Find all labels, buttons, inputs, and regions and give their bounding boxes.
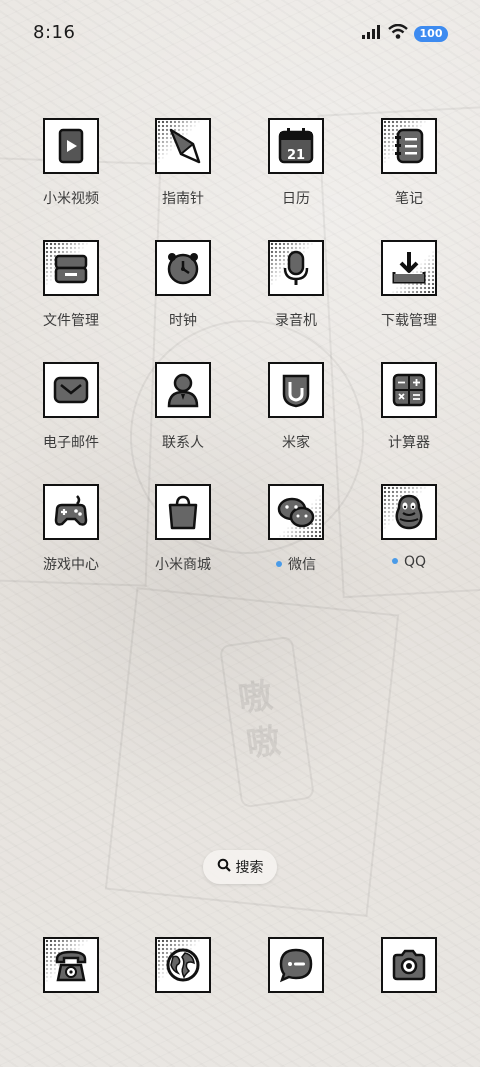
wifi-icon: [388, 23, 408, 43]
notes-icon: [381, 118, 437, 174]
app-label: 米家: [282, 435, 310, 451]
dock-browser[interactable]: [127, 937, 239, 993]
compass-icon: [155, 118, 211, 174]
camera-icon: [381, 937, 437, 993]
status-time: 8:16: [33, 22, 76, 43]
app-label: 小米商城: [155, 557, 211, 573]
app-calculator[interactable]: 计算器: [353, 362, 465, 452]
app-downloads[interactable]: 下载管理: [353, 240, 465, 330]
app-label: 时钟: [169, 313, 197, 329]
app-mi-video[interactable]: 小米视频: [15, 118, 127, 208]
messages-icon: [268, 937, 324, 993]
app-label: 小米视频: [43, 191, 99, 207]
status-bar: 8:16 100: [0, 0, 480, 68]
app-compass[interactable]: 指南针: [127, 118, 239, 208]
app-label-text: QQ: [403, 554, 427, 570]
app-label: 日历: [282, 191, 310, 207]
app-mi-store[interactable]: 小米商城: [127, 484, 239, 574]
status-icons: 100: [362, 23, 448, 43]
video-icon: [43, 118, 99, 174]
app-label: 笔记: [395, 191, 423, 207]
file-manager-icon: [43, 240, 99, 296]
app-qq[interactable]: QQ: [353, 484, 465, 570]
app-label: 文件管理: [43, 313, 99, 329]
gamepad-icon: [43, 484, 99, 540]
app-file-manager[interactable]: 文件管理: [15, 240, 127, 330]
app-label: 计算器: [388, 435, 430, 451]
wallpaper-lettering: 嗷: [243, 720, 284, 766]
email-icon: [43, 362, 99, 418]
shopping-bag-icon: [155, 484, 211, 540]
app-label: QQ: [353, 554, 465, 570]
app-game-center[interactable]: 游戏中心: [15, 484, 127, 574]
calendar-date: 21: [286, 148, 306, 163]
app-label: 联系人: [162, 435, 204, 451]
app-clock[interactable]: 时钟: [127, 240, 239, 330]
search-icon: [217, 858, 231, 876]
app-label: 录音机: [275, 313, 317, 329]
new-dot: [391, 558, 398, 564]
browser-globe-icon: [155, 937, 211, 993]
phone-icon: [43, 937, 99, 993]
signal-icon: [362, 24, 382, 43]
app-label: 游戏中心: [43, 557, 99, 573]
calculator-icon: [381, 362, 437, 418]
app-mijia[interactable]: 米家: [240, 362, 352, 452]
dock-phone[interactable]: [15, 937, 127, 993]
qq-penguin-icon: [381, 484, 437, 540]
app-label: 指南针: [162, 191, 204, 207]
battery-icon: 100: [414, 25, 448, 42]
dock-messages[interactable]: [240, 937, 352, 993]
calendar-icon: 21: [268, 118, 324, 174]
clock-icon: [155, 240, 211, 296]
app-label: 电子邮件: [43, 435, 99, 451]
wechat-icon: [268, 484, 324, 540]
app-contacts[interactable]: 联系人: [127, 362, 239, 452]
dock-camera[interactable]: [353, 937, 465, 993]
app-label-text: 微信: [288, 557, 316, 573]
download-icon: [381, 240, 437, 296]
app-email[interactable]: 电子邮件: [15, 362, 127, 452]
search-button[interactable]: 搜索: [203, 850, 277, 884]
search-label: 搜索: [235, 860, 264, 876]
contacts-icon: [155, 362, 211, 418]
app-label: 微信: [240, 554, 352, 574]
app-calendar[interactable]: 21 日历: [240, 118, 352, 208]
app-notes[interactable]: 笔记: [353, 118, 465, 208]
new-dot: [276, 561, 282, 567]
mijia-icon: [268, 362, 324, 418]
app-recorder[interactable]: 录音机: [240, 240, 352, 330]
app-label: 下载管理: [381, 313, 437, 329]
microphone-icon: [268, 240, 324, 296]
app-wechat[interactable]: 微信: [240, 484, 352, 574]
